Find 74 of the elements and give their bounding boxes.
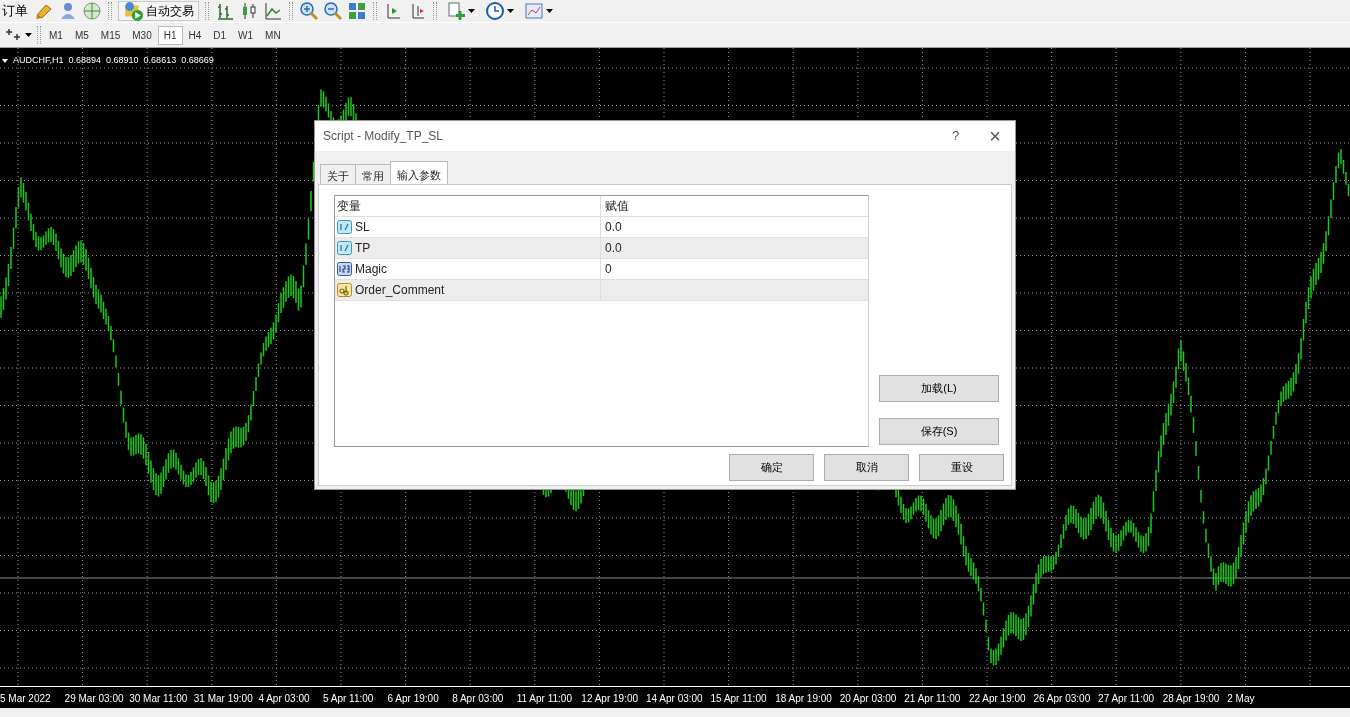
- line-chart-icon[interactable]: [263, 1, 283, 21]
- caret-icon[interactable]: [546, 9, 553, 13]
- decimal-type-icon: [337, 220, 352, 234]
- caret-icon[interactable]: [468, 9, 475, 13]
- tab[interactable]: 输入参数: [390, 161, 448, 184]
- dialog-button[interactable]: 重设: [919, 454, 1004, 481]
- timeframe-button[interactable]: M15: [94, 25, 127, 45]
- people-icon[interactable]: [58, 1, 78, 21]
- zoom-out-icon[interactable]: [323, 1, 343, 21]
- bar-chart-icon[interactable]: [215, 1, 235, 21]
- time-label: 6 Apr 19:00: [387, 692, 440, 706]
- close-button[interactable]: ×: [989, 126, 1001, 146]
- clock-icon[interactable]: [485, 1, 505, 21]
- caret-icon[interactable]: [2, 58, 8, 63]
- price-value: 0.68613: [143, 54, 177, 67]
- timeframe-button[interactable]: H1: [157, 25, 183, 45]
- time-label: 28 Apr 19:00: [1162, 692, 1221, 706]
- timeframe-button[interactable]: M5: [68, 25, 95, 45]
- time-label: 8 Apr 03:00: [452, 692, 505, 706]
- parameter-name: SL: [355, 219, 370, 236]
- integer-type-icon: [337, 262, 352, 276]
- line-tools-icon[interactable]: [3, 28, 23, 42]
- time-label: 5 Apr 11:00: [322, 692, 375, 706]
- timeframe-button[interactable]: W1: [232, 25, 260, 45]
- caret-icon[interactable]: [25, 33, 32, 37]
- time-label: 20 Apr 03:00: [839, 692, 898, 706]
- timeframe-button[interactable]: D1: [207, 25, 233, 45]
- time-label: 15 Apr 11:00: [710, 692, 768, 706]
- dialog-button[interactable]: 取消: [824, 454, 909, 481]
- column-header: 变量: [337, 198, 361, 215]
- parameter-value[interactable]: 0.0: [601, 218, 622, 236]
- symbol-label: AUDCHF,H1: [13, 54, 64, 67]
- time-label: 21 Apr 11:00: [904, 692, 962, 706]
- help-button[interactable]: ?: [952, 126, 960, 146]
- price-value: 0.68894: [68, 54, 102, 67]
- tab[interactable]: 常用: [355, 164, 391, 184]
- timeframe-button[interactable]: M1: [43, 25, 69, 45]
- time-label: 31 Mar 19:00: [193, 692, 254, 706]
- dialog-button[interactable]: 保存(S): [879, 418, 999, 445]
- parameter-value[interactable]: 0.0: [601, 239, 622, 257]
- price-value: 0.68669: [181, 54, 214, 67]
- dialog-button[interactable]: 加载(L): [879, 375, 999, 402]
- time-label: 4 Apr 03:00: [258, 692, 311, 706]
- parameter-name: Order_Comment: [355, 282, 445, 299]
- parameter-name: Magic: [355, 261, 387, 278]
- time-label: 14 Apr 03:00: [645, 692, 704, 706]
- timeframe-button[interactable]: H4: [182, 25, 208, 45]
- time-label: 22 Apr 19:00: [968, 692, 1027, 706]
- time-label: 11 Apr 11:00: [516, 692, 573, 706]
- dialog-button[interactable]: 确定: [729, 454, 814, 481]
- time-label: 30 Mar 11:00: [129, 692, 189, 706]
- time-label: 5 Mar 2022: [0, 692, 52, 706]
- column-header: 赋值: [604, 198, 629, 215]
- globe-icon[interactable]: [82, 1, 102, 21]
- price-value: 0.68910: [106, 54, 139, 67]
- tab[interactable]: 关于: [320, 164, 356, 184]
- window-title: Script - Modify_TP_SL: [323, 128, 444, 145]
- tile-windows-icon[interactable]: [347, 1, 367, 21]
- text-type-icon: [337, 283, 352, 297]
- parameter-name: TP: [355, 240, 371, 257]
- toolbar-label[interactable]: 订单: [0, 1, 30, 21]
- time-label: 29 Mar 03:00: [64, 692, 125, 706]
- parameter-value[interactable]: 0: [601, 260, 612, 278]
- zoom-in-icon[interactable]: [299, 1, 319, 21]
- time-label: 12 Apr 19:00: [581, 692, 640, 706]
- time-label: 27 Apr 11:00: [1098, 692, 1156, 706]
- timeframe-button[interactable]: MN: [259, 25, 287, 45]
- decimal-type-icon: [337, 241, 352, 255]
- time-label: 26 Apr 03:00: [1033, 692, 1092, 706]
- time-label: 18 Apr 19:00: [775, 692, 833, 706]
- time-label: 2 May: [1227, 692, 1256, 706]
- caret-icon[interactable]: [507, 9, 514, 13]
- auto-trading-button[interactable]: 自动交易: [118, 1, 199, 21]
- timeframe-button[interactable]: M30: [126, 25, 158, 45]
